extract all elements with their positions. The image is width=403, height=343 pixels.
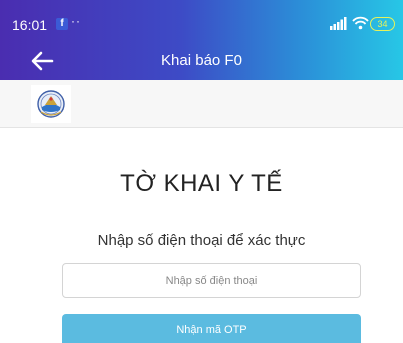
form-heading: TỜ KHAI Y TẾ (120, 170, 283, 197)
wifi-icon (352, 16, 369, 30)
header: 16:01 f ·· 34 Khai báo F0 (0, 0, 403, 80)
signal-icon (330, 17, 347, 30)
facebook-icon: f (56, 18, 68, 30)
emblem-logo (31, 85, 71, 123)
get-otp-button[interactable]: Nhận mã OTP (62, 314, 361, 343)
screen: 16:01 f ·· 34 Khai báo F0 TỜ KHAI Y TẾ N… (0, 0, 403, 343)
page-title: Khai báo F0 (161, 52, 242, 69)
battery-icon: 34 (370, 17, 395, 31)
phone-input[interactable] (62, 263, 361, 298)
form-instruction: Nhập số điện thoại để xác thực (97, 232, 306, 249)
status-bar: 16:01 f ·· 34 (0, 0, 403, 36)
app-bar: Khai báo F0 (0, 44, 403, 78)
status-time: 16:01 (12, 17, 48, 33)
status-notification-dots: ·· (71, 14, 81, 28)
logo-strip (0, 80, 403, 128)
